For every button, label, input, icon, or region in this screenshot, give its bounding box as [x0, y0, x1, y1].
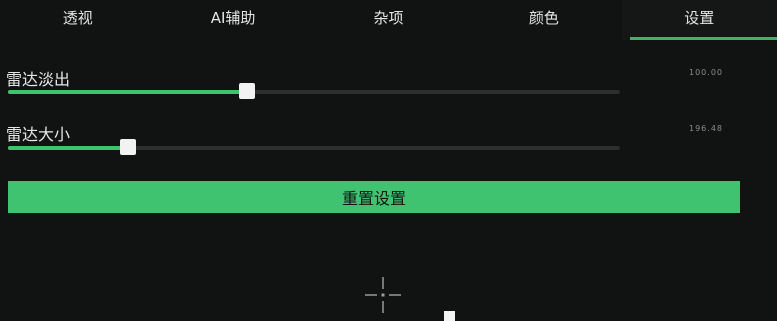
crosshair-icon [365, 277, 401, 313]
tab-colors[interactable]: 颜色 [466, 0, 621, 40]
reset-settings-label: 重置设置 [341, 189, 406, 208]
tab-ai-assist[interactable]: AI辅助 [155, 0, 310, 40]
cursor-marker [444, 311, 455, 321]
tab-label: AI辅助 [210, 9, 256, 27]
reset-settings-button[interactable]: 重置设置 [8, 181, 740, 213]
tab-label: 设置 [684, 9, 715, 27]
radar-fade-slider[interactable] [8, 83, 620, 99]
slider-fill [8, 146, 128, 150]
slider-fill [8, 90, 247, 94]
radar-fade-label: 雷达淡出 [6, 70, 71, 89]
tab-settings[interactable]: 设置 [621, 0, 777, 40]
tab-label: 透视 [62, 9, 93, 27]
tab-misc[interactable]: 杂项 [311, 0, 466, 40]
radar-size-label: 雷达大小 [6, 125, 71, 144]
tab-esp[interactable]: 透视 [0, 0, 155, 40]
tab-label: 颜色 [528, 9, 559, 27]
settings-screen: 透视 AI辅助 杂项 颜色 设置 雷达淡出 100.00 雷达大小 196.48… [0, 0, 777, 321]
radar-size-value: 196.48 [689, 124, 723, 133]
slider-thumb[interactable] [238, 83, 255, 99]
radar-fade-value: 100.00 [689, 68, 723, 77]
tab-bar: 透视 AI辅助 杂项 颜色 设置 [0, 0, 777, 40]
active-tab-indicator [629, 37, 777, 40]
slider-thumb[interactable] [119, 139, 136, 155]
tab-label: 杂项 [373, 9, 404, 27]
radar-size-slider[interactable] [8, 139, 620, 155]
